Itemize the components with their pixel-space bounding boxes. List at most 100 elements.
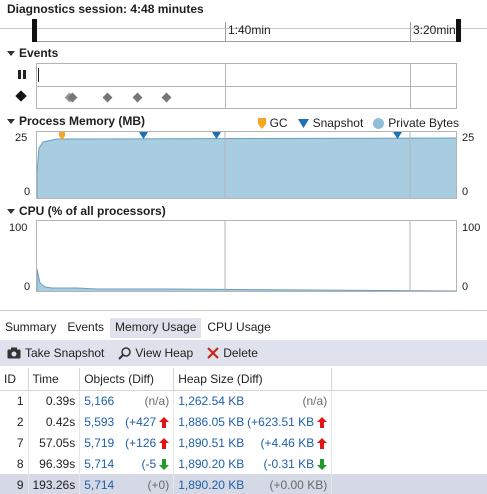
cpu-y-min-right: 0	[462, 281, 469, 293]
view-heap-button[interactable]: View Heap	[111, 346, 200, 360]
session-timeline[interactable]: 1:40min 3:20min	[0, 18, 487, 42]
legend-label: GC	[269, 116, 288, 130]
objects-diff-link[interactable]: (+427	[125, 415, 156, 429]
cpu-y-max-right: 100	[462, 222, 481, 234]
row-objects: 5,714 (-5	[79, 453, 175, 474]
row-time: 193.26s	[28, 474, 81, 494]
objects-count-link[interactable]: 5,593	[84, 415, 114, 429]
memory-toolbar: Take Snapshot View Heap Delete	[0, 340, 487, 366]
heap-size-link[interactable]: 1,262.54 KB	[178, 394, 244, 408]
memory-y-max-left: 25	[15, 132, 28, 144]
legend-snapshot: Snapshot	[297, 116, 364, 130]
cpu-area-chart	[37, 221, 456, 291]
events-section-header[interactable]: Events	[7, 46, 58, 60]
event-marker-diamond-icon	[102, 92, 113, 103]
legend-label: Private Bytes	[388, 116, 459, 130]
arrow-up-icon	[159, 416, 170, 428]
collapse-caret-icon[interactable]	[7, 208, 15, 214]
objects-diff-link[interactable]: (+0)	[148, 478, 170, 492]
column-header-objects[interactable]: Objects (Diff)	[79, 368, 175, 391]
objects-diff-link[interactable]: (+126	[125, 436, 156, 450]
objects-diff: (+0)	[148, 478, 170, 492]
row-spacer	[332, 390, 487, 411]
tabs-top-border	[0, 310, 487, 311]
timeline-tick-label: 3:20min	[413, 23, 456, 37]
memory-section-header[interactable]: Process Memory (MB)	[7, 114, 145, 128]
snapshot-table: ID Time Objects (Diff) Heap Size (Diff) …	[0, 368, 487, 494]
row-spacer	[332, 432, 487, 453]
gc-marker-icon	[257, 117, 266, 129]
row-id: 2	[0, 411, 29, 432]
heap-diff: (n/a)	[303, 394, 328, 408]
view-heap-label: View Heap	[135, 346, 194, 360]
memory-y-min-right: 0	[462, 186, 469, 198]
cpu-y-max-left: 100	[9, 222, 28, 234]
events-title: Events	[19, 46, 59, 60]
heap-diff-link[interactable]: (+0.00 KB)	[270, 478, 328, 492]
heap-diff-link[interactable]: (-0.31 KB	[264, 457, 315, 471]
timeline-base	[37, 41, 458, 42]
objects-count-link[interactable]: 5,714	[84, 457, 114, 471]
heap-size-link[interactable]: 1,886.05 KB	[178, 415, 244, 429]
column-header-spacer	[331, 368, 487, 391]
column-header-id[interactable]: ID	[0, 368, 29, 391]
row-heap-size: 1,890.20 KB (+0.00 KB)	[173, 474, 333, 494]
collapse-caret-icon[interactable]	[7, 118, 15, 124]
arrow-down-icon	[159, 458, 170, 470]
cpu-graph[interactable]	[36, 220, 457, 292]
take-snapshot-label: Take Snapshot	[25, 346, 105, 360]
take-snapshot-button[interactable]: Take Snapshot	[0, 346, 111, 360]
heap-diff: (+4.46 KB	[261, 436, 328, 450]
tab-memory-usage[interactable]: Memory Usage	[110, 318, 202, 338]
row-time: 57.05s	[28, 432, 81, 453]
row-id: 8	[0, 453, 29, 474]
timeline-end-handle[interactable]	[456, 19, 461, 42]
diamond-icon	[15, 90, 27, 102]
objects-diff: (-5	[142, 457, 170, 471]
heap-size-link[interactable]: 1,890.20 KB	[178, 457, 244, 471]
objects-diff: (n/a)	[145, 394, 170, 408]
heap-diff: (+0.00 KB)	[270, 478, 328, 492]
table-row[interactable]: 1 0.39s 5,166 (n/a) 1,262.54 KB (n/a)	[0, 390, 487, 411]
objects-count-link[interactable]: 5,166	[84, 394, 114, 408]
session-title: Diagnostics session: 4:48 minutes	[7, 2, 204, 16]
tab-summary[interactable]: Summary	[0, 318, 61, 338]
tab-cpu-usage[interactable]: CPU Usage	[202, 318, 275, 338]
events-graph[interactable]	[36, 63, 457, 109]
row-objects: 5,593 (+427	[79, 411, 175, 432]
timeline-start-handle[interactable]	[32, 19, 37, 42]
legend-label: Snapshot	[312, 116, 364, 130]
cpu-section-header[interactable]: CPU (% of all processors)	[7, 204, 166, 218]
objects-diff: (+427	[125, 415, 170, 429]
table-row[interactable]: 9 193.26s 5,714 (+0) 1,890.20 KB (+0.00 KB)	[0, 474, 487, 494]
heap-diff-link[interactable]: (n/a)	[303, 394, 328, 408]
memory-graph[interactable]	[36, 131, 457, 199]
collapse-caret-icon[interactable]	[7, 50, 15, 56]
memory-title: Process Memory (MB)	[19, 114, 146, 128]
cpu-title: CPU (% of all processors)	[19, 204, 166, 218]
snapshot-marker-icon	[297, 118, 309, 128]
event-markers	[64, 92, 172, 103]
column-header-time[interactable]: Time	[28, 368, 81, 391]
event-marker-diamond-icon	[132, 92, 143, 103]
row-spacer	[332, 453, 487, 474]
heap-diff-link[interactable]: (+4.46 KB	[261, 436, 315, 450]
heap-size-link[interactable]: 1,890.20 KB	[178, 478, 244, 492]
row-spacer	[332, 411, 487, 432]
timeline-tick-label: 1:40min	[228, 23, 271, 37]
row-time: 96.39s	[28, 453, 81, 474]
table-row[interactable]: 2 0.42s 5,593 (+427 1,886.05 KB (+623.51 KB	[0, 411, 487, 432]
delete-button[interactable]: Delete	[200, 346, 265, 360]
heap-size-link[interactable]: 1,890.51 KB	[178, 436, 244, 450]
objects-count-link[interactable]: 5,714	[84, 478, 114, 492]
objects-diff-link[interactable]: (n/a)	[145, 394, 170, 408]
objects-diff-link[interactable]: (-5	[142, 457, 157, 471]
heap-diff-link[interactable]: (+623.51 KB	[247, 415, 314, 429]
tab-events[interactable]: Events	[62, 318, 109, 338]
column-header-heap-size[interactable]: Heap Size (Diff)	[173, 368, 333, 391]
row-spacer	[331, 474, 487, 494]
row-time: 0.39s	[28, 390, 81, 411]
table-row[interactable]: 8 96.39s 5,714 (-5 1,890.20 KB (-0.31 KB	[0, 453, 487, 474]
objects-count-link[interactable]: 5,719	[84, 436, 114, 450]
table-row[interactable]: 7 57.05s 5,719 (+126 1,890.51 KB (+4.46 KB	[0, 432, 487, 453]
